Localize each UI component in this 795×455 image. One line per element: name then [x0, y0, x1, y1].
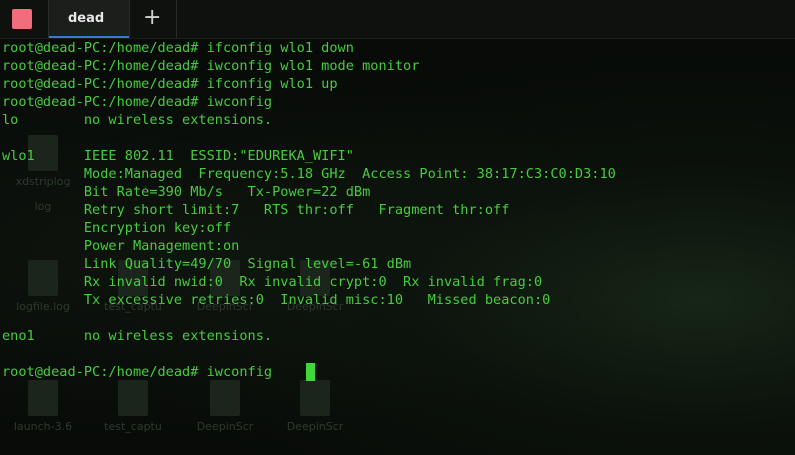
terminal-prompt-line: root@dead-PC:/home/dead# iwconfig [2, 364, 281, 380]
terminal-app-icon[interactable] [12, 9, 32, 29]
terminal-line: Tx excessive retries:0 Invalid misc:10 M… [2, 292, 551, 308]
terminal-line: Link Quality=49/70 Signal level=-61 dBm [2, 256, 412, 272]
plus-icon: + [143, 5, 162, 30]
terminal-line: Mode:Managed Frequency:5.18 GHz Access P… [2, 166, 616, 182]
terminal-output[interactable]: root@dead-PC:/home/dead# ifconfig wlo1 d… [0, 39, 795, 455]
terminal-line: Encryption key:off [2, 220, 232, 236]
terminal-line: root@dead-PC:/home/dead# iwconfig [2, 94, 273, 110]
terminal-line: root@dead-PC:/home/dead# ifconfig wlo1 u… [2, 76, 338, 92]
tab-dead[interactable]: dead [48, 0, 130, 38]
terminal-line: wlo1 IEEE 802.11 ESSID:"EDUREKA_WIFI" [2, 148, 354, 164]
new-tab-button[interactable]: + [131, 0, 177, 38]
terminal-line: root@dead-PC:/home/dead# iwconfig wlo1 m… [2, 58, 420, 74]
terminal-line: lo no wireless extensions. [2, 112, 273, 128]
terminal-line: Retry short limit:7 RTS thr:off Fragment… [2, 202, 510, 218]
terminal-tab-bar: dead + [0, 0, 795, 39]
terminal-line: Power Management:on [2, 238, 240, 254]
terminal-cursor [306, 363, 315, 381]
terminal-line: eno1 no wireless extensions. [2, 328, 273, 344]
tab-label: dead [68, 11, 105, 26]
terminal-line: root@dead-PC:/home/dead# ifconfig wlo1 d… [2, 40, 354, 56]
active-tab-indicator [49, 36, 129, 38]
terminal-line: Rx invalid nwid:0 Rx invalid crypt:0 Rx … [2, 274, 543, 290]
terminal-line: Bit Rate=390 Mb/s Tx-Power=22 dBm [2, 184, 371, 200]
